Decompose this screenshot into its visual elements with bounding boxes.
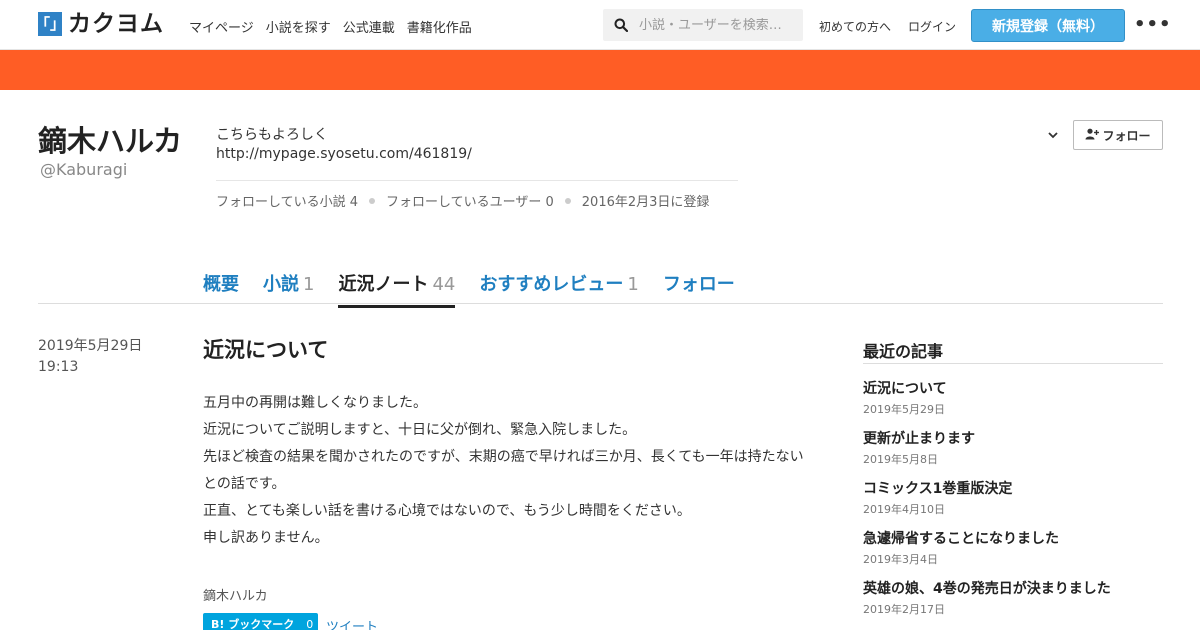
- recent-post-date: 2019年3月4日: [863, 553, 938, 566]
- nav-published-works[interactable]: 書籍化作品: [407, 17, 472, 36]
- separator-dot: [564, 197, 571, 204]
- tab-label: 小説: [263, 274, 299, 295]
- chevron-down-icon[interactable]: [1046, 127, 1060, 146]
- hatena-bookmark-button[interactable]: B! ブックマーク 0: [203, 613, 318, 630]
- post-datetime: 2019年5月29日 19:13: [38, 336, 142, 378]
- post-body: 五月中の再開は難しくなりました。 近況についてご説明しますと、十日に父が倒れ、緊…: [203, 390, 808, 552]
- bio-link[interactable]: http://mypage.syosetu.com/461819/: [216, 146, 472, 162]
- post-title: 近況について: [203, 338, 329, 362]
- follow-button[interactable]: フォロー: [1073, 120, 1163, 150]
- list-item[interactable]: 近況について 2019年5月29日: [863, 378, 1163, 428]
- search-icon[interactable]: [603, 18, 639, 32]
- post-paragraph: 申し訳ありません。: [203, 530, 329, 546]
- recent-post-title: 英雄の娘、4巻の発売日が決まりました: [863, 581, 1111, 597]
- recent-post-title: 近況について: [863, 381, 947, 397]
- stat-following-users[interactable]: フォローしているユーザー 0: [386, 191, 554, 210]
- logo-mark-icon: 「」: [35, 12, 65, 36]
- tab-count: 1: [303, 274, 315, 295]
- user-name: 鏑木ハルカ: [38, 124, 183, 158]
- follow-button-label: フォロー: [1102, 128, 1151, 143]
- post-paragraph: 正直、とても楽しい話を書ける心境ではないので、もう少し時間をください。: [203, 503, 691, 519]
- post-time: 19:13: [38, 359, 79, 375]
- profile-banner: [0, 50, 1200, 90]
- separator-dot: [369, 197, 376, 204]
- stat-following-novels[interactable]: フォローしている小説 4: [216, 191, 358, 210]
- list-item[interactable]: 更新が止まります 2019年5月8日: [863, 428, 1163, 478]
- nav-official-series[interactable]: 公式連載: [343, 17, 395, 36]
- more-menu-icon[interactable]: •••: [1134, 14, 1172, 35]
- recent-post-title: 急遽帰省することになりました: [863, 531, 1059, 547]
- tab-label: フォロー: [662, 274, 735, 295]
- logo-text: カクヨム: [68, 11, 164, 37]
- first-time-link[interactable]: 初めての方へ: [819, 18, 891, 35]
- user-id: @Kaburagi: [40, 160, 128, 179]
- nav-mypage[interactable]: マイページ: [189, 17, 254, 36]
- recent-posts-list: 近況について 2019年5月29日 更新が止まります 2019年5月8日 コミッ…: [863, 378, 1163, 628]
- stats-divider: [216, 180, 738, 181]
- site-header: 「」 カクヨム マイページ 小説を探す 公式連載 書籍化作品 初めての方へ ログ…: [0, 0, 1200, 50]
- bookmark-label: B! ブックマーク: [211, 618, 295, 630]
- tab-label: 近況ノート: [338, 274, 429, 295]
- post-paragraph: 先ほど検査の結果を聞かされたのですが、末期の癌で早ければ三か月、長くても一年は持…: [203, 449, 804, 492]
- recent-post-date: 2019年4月10日: [863, 503, 945, 516]
- recent-post-date: 2019年2月17日: [863, 603, 945, 616]
- tab-label: おすすめレビュー: [479, 274, 624, 295]
- tabs-divider: [38, 303, 1163, 304]
- recent-post-title: 更新が止まります: [863, 431, 975, 447]
- tweet-link[interactable]: ツイート: [326, 616, 378, 630]
- recent-posts-heading: 最近の記事: [863, 342, 944, 361]
- nav-find-novels[interactable]: 小説を探す: [266, 17, 331, 36]
- main-nav: マイページ 小説を探す 公式連載 書籍化作品: [189, 17, 472, 36]
- tab-count: 44: [432, 274, 456, 295]
- tab-count: 1: [627, 274, 639, 295]
- bio-line: こちらもよろしく: [216, 127, 328, 143]
- add-user-icon: [1085, 128, 1100, 143]
- login-link[interactable]: ログイン: [908, 18, 956, 35]
- profile-stats: フォローしている小説 4 フォローしているユーザー 0 2016年2月3日に登録: [216, 191, 709, 210]
- post-date: 2019年5月29日: [38, 338, 143, 354]
- site-logo[interactable]: 「」 カクヨム: [35, 11, 164, 37]
- recent-post-title: コミックス1巻重版決定: [863, 481, 1013, 497]
- post-paragraph: 五月中の再開は難しくなりました。: [203, 395, 427, 411]
- post-paragraph: 近況についてご説明しますと、十日に父が倒れ、緊急入院しました。: [203, 422, 637, 438]
- stat-registered-date: 2016年2月3日に登録: [581, 195, 710, 210]
- post-author-link[interactable]: 鏑木ハルカ: [203, 585, 268, 604]
- bookmark-count: 0: [306, 617, 314, 630]
- list-item[interactable]: 英雄の娘、4巻の発売日が決まりました 2019年2月17日: [863, 578, 1163, 628]
- recent-post-date: 2019年5月8日: [863, 453, 938, 466]
- list-item[interactable]: 急遽帰省することになりました 2019年3月4日: [863, 528, 1163, 578]
- search-input[interactable]: [639, 17, 797, 33]
- search-box: [603, 9, 803, 41]
- register-button[interactable]: 新規登録（無料）: [971, 9, 1125, 42]
- tab-label: 概要: [203, 274, 239, 295]
- sidebar-divider: [863, 363, 1163, 364]
- recent-post-date: 2019年5月29日: [863, 403, 945, 416]
- list-item[interactable]: コミックス1巻重版決定 2019年4月10日: [863, 478, 1163, 528]
